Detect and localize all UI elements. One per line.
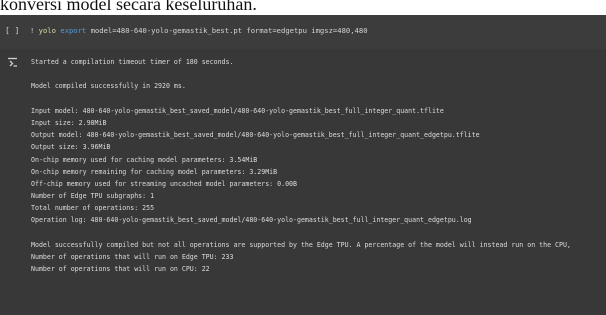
cell-output: Started a compilation timeout timer of 1…: [0, 51, 606, 315]
output-line: Input size: 2.98MiB: [31, 118, 107, 127]
output-line: Started a compilation timeout timer of 1…: [31, 58, 234, 66]
output-line: Output model: 480-640-yolo-gemastik_best…: [31, 131, 480, 140]
subcommand-name: export: [60, 26, 87, 35]
code-input[interactable]: ! yolo export model=480-640-yolo-gemasti…: [30, 26, 368, 36]
command-name: yolo: [38, 26, 56, 35]
shell-prefix: !: [30, 26, 35, 35]
output-line: Number of Edge TPU subgraphs: 1: [31, 192, 155, 201]
output-line: Number of operations that will run on CP…: [31, 265, 210, 274]
output-line: On-chip memory remaining for caching mod…: [31, 167, 278, 176]
document-caption: konversi model secara keseluruhan.: [0, 0, 257, 14]
output-line: Total number of operations: 255: [31, 204, 155, 213]
output-line: Model compiled successfully in 2920 ms.: [31, 82, 186, 91]
output-toggle-icon[interactable]: [7, 57, 18, 68]
output-line: Operation log: 480-640-yolo-gemastik_bes…: [31, 216, 472, 225]
command-arguments: model=480-640-yolo-gemastik_best.pt form…: [86, 26, 368, 35]
code-cell[interactable]: [ ] ! yolo export model=480-640-yolo-gem…: [0, 15, 606, 49]
output-line: Output size: 3.96MiB: [31, 143, 111, 152]
output-line: On-chip memory used for caching model pa…: [31, 155, 258, 164]
output-line: Number of operations that will run on Ed…: [31, 253, 234, 261]
output-line: Off-chip memory used for streaming uncac…: [31, 179, 297, 188]
run-cell-button[interactable]: [ ]: [5, 26, 19, 36]
notebook-panel: [ ] ! yolo export model=480-640-yolo-gem…: [0, 15, 606, 315]
output-text: Started a compilation timeout timer of 1…: [31, 56, 606, 275]
output-line: Model successfully compiled but not all …: [31, 240, 571, 249]
output-line: Input model: 480-640-yolo-gemastik_best_…: [31, 106, 444, 115]
